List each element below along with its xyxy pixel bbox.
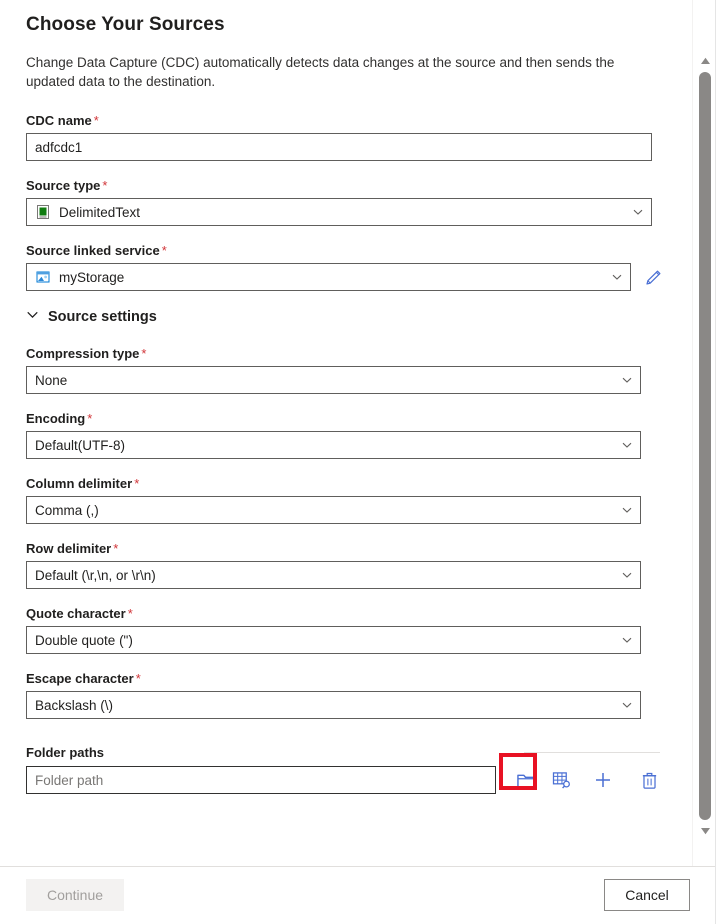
- compression-type-required-marker: *: [141, 346, 147, 361]
- plus-icon: [596, 773, 610, 787]
- column-delimiter-label-text: Column delimiter: [26, 476, 133, 491]
- row-delimiter-label-text: Row delimiter: [26, 541, 112, 556]
- source-linked-service-required-marker: *: [161, 243, 167, 258]
- scroll-down-button[interactable]: [693, 822, 716, 840]
- preview-data-button[interactable]: [544, 765, 578, 795]
- compression-type-label: Compression type *: [26, 346, 666, 361]
- chevron-down-icon: [26, 308, 39, 326]
- chevron-down-icon: [618, 371, 636, 389]
- column-delimiter-required-marker: *: [134, 476, 140, 491]
- column-delimiter-label: Column delimiter *: [26, 476, 666, 491]
- compression-type-label-text: Compression type: [26, 346, 140, 361]
- cdc-name-value: adfcdc1: [35, 139, 83, 155]
- source-linked-service-label: Source linked service *: [26, 243, 666, 258]
- scroll-down-arrow: [700, 828, 710, 835]
- scroll-up-button[interactable]: [693, 52, 716, 70]
- cdc-name-label: CDC name *: [26, 113, 666, 128]
- source-linked-service-label-text: Source linked service: [26, 243, 160, 258]
- chevron-down-icon: [618, 566, 636, 584]
- cdc-source-dialog: Choose Your Sources Change Data Capture …: [0, 0, 716, 924]
- encoding-label: Encoding *: [26, 411, 666, 426]
- source-type-label: Source type *: [26, 178, 666, 193]
- escape-character-label-text: Escape character: [26, 671, 134, 686]
- source-linked-service-dropdown[interactable]: myStorage: [26, 263, 631, 291]
- encoding-label-text: Encoding: [26, 411, 86, 426]
- row-delimiter-required-marker: *: [113, 541, 119, 556]
- folder-path-placeholder: Folder path: [35, 772, 104, 788]
- escape-character-value: Backslash (\): [35, 697, 114, 713]
- dialog-content: Choose Your Sources Change Data Capture …: [0, 0, 692, 866]
- folder-path-input[interactable]: Folder path: [26, 766, 496, 794]
- source-linked-service-value: myStorage: [59, 269, 125, 285]
- field-row-delimiter: Row delimiter * Default (\r,\n, or \r\n): [26, 541, 666, 589]
- field-column-delimiter: Column delimiter * Comma (,): [26, 476, 666, 524]
- field-folder-paths: Folder paths Folder path: [26, 745, 666, 795]
- source-type-required-marker: *: [102, 178, 108, 193]
- source-type-dropdown[interactable]: DelimitedText: [26, 198, 652, 226]
- continue-button[interactable]: Continue: [26, 879, 124, 911]
- folder-paths-row: Folder path: [26, 752, 666, 795]
- chevron-down-icon: [629, 203, 647, 221]
- folder-icon: [516, 774, 536, 788]
- scroll-up-arrow: [700, 57, 710, 64]
- escape-character-dropdown[interactable]: Backslash (\): [26, 691, 641, 719]
- source-settings-toggle[interactable]: Source settings: [26, 308, 157, 326]
- field-source-linked-service: Source linked service * myStorage: [26, 243, 666, 291]
- escape-character-required-marker: *: [135, 671, 141, 686]
- row-delimiter-value: Default (\r,\n, or \r\n): [35, 567, 156, 583]
- chevron-down-icon: [618, 436, 636, 454]
- row-delimiter-dropdown[interactable]: Default (\r,\n, or \r\n): [26, 561, 641, 589]
- chevron-down-icon: [618, 501, 636, 519]
- quote-character-dropdown[interactable]: Double quote ("): [26, 626, 641, 654]
- column-delimiter-value: Comma (,): [35, 502, 99, 518]
- add-folder-path-button[interactable]: [586, 765, 620, 795]
- grid-search-icon: [552, 772, 570, 789]
- source-type-value: DelimitedText: [59, 204, 141, 220]
- field-quote-character: Quote character * Double quote ("): [26, 606, 666, 654]
- encoding-value: Default(UTF-8): [35, 437, 126, 453]
- cdc-name-required-marker: *: [93, 113, 99, 128]
- field-compression-type: Compression type * None: [26, 346, 666, 394]
- vertical-scrollbar[interactable]: [692, 0, 716, 866]
- scrollbar-thumb[interactable]: [699, 72, 711, 820]
- dialog-description: Change Data Capture (CDC) automatically …: [26, 55, 615, 89]
- source-linked-service-row: myStorage: [26, 263, 666, 291]
- toolbar-divider: [524, 752, 660, 753]
- field-escape-character: Escape character * Backslash (\): [26, 671, 666, 719]
- source-type-label-text: Source type: [26, 178, 101, 193]
- delimited-text-icon: [37, 205, 49, 219]
- compression-type-value: None: [35, 372, 68, 388]
- delete-folder-path-button[interactable]: [632, 765, 666, 795]
- field-encoding: Encoding * Default(UTF-8): [26, 411, 666, 459]
- quote-character-required-marker: *: [127, 606, 133, 621]
- encoding-dropdown[interactable]: Default(UTF-8): [26, 431, 641, 459]
- quote-character-value: Double quote ("): [35, 632, 133, 648]
- dialog-footer: Continue Cancel: [0, 866, 716, 924]
- quote-character-label: Quote character *: [26, 606, 666, 621]
- quote-character-label-text: Quote character: [26, 606, 126, 621]
- cdc-name-input[interactable]: adfcdc1: [26, 133, 652, 161]
- cancel-button[interactable]: Cancel: [604, 879, 690, 911]
- trash-icon: [642, 772, 656, 789]
- row-delimiter-label: Row delimiter *: [26, 541, 666, 556]
- column-delimiter-dropdown[interactable]: Comma (,): [26, 496, 641, 524]
- edit-linked-service-button[interactable]: [640, 264, 666, 290]
- pencil-icon: [645, 270, 660, 285]
- page-title: Choose Your Sources: [26, 14, 225, 35]
- storage-account-icon: [36, 271, 50, 283]
- cdc-name-label-text: CDC name: [26, 113, 92, 128]
- source-settings-label: Source settings: [48, 309, 157, 325]
- compression-type-dropdown[interactable]: None: [26, 366, 641, 394]
- chevron-down-icon: [608, 268, 626, 286]
- field-source-type: Source type * DelimitedText: [26, 178, 666, 226]
- encoding-required-marker: *: [87, 411, 93, 426]
- escape-character-label: Escape character *: [26, 671, 666, 686]
- field-cdc-name: CDC name * adfcdc1: [26, 113, 666, 161]
- chevron-down-icon: [618, 631, 636, 649]
- browse-folder-button[interactable]: [509, 765, 543, 795]
- chevron-down-icon: [618, 696, 636, 714]
